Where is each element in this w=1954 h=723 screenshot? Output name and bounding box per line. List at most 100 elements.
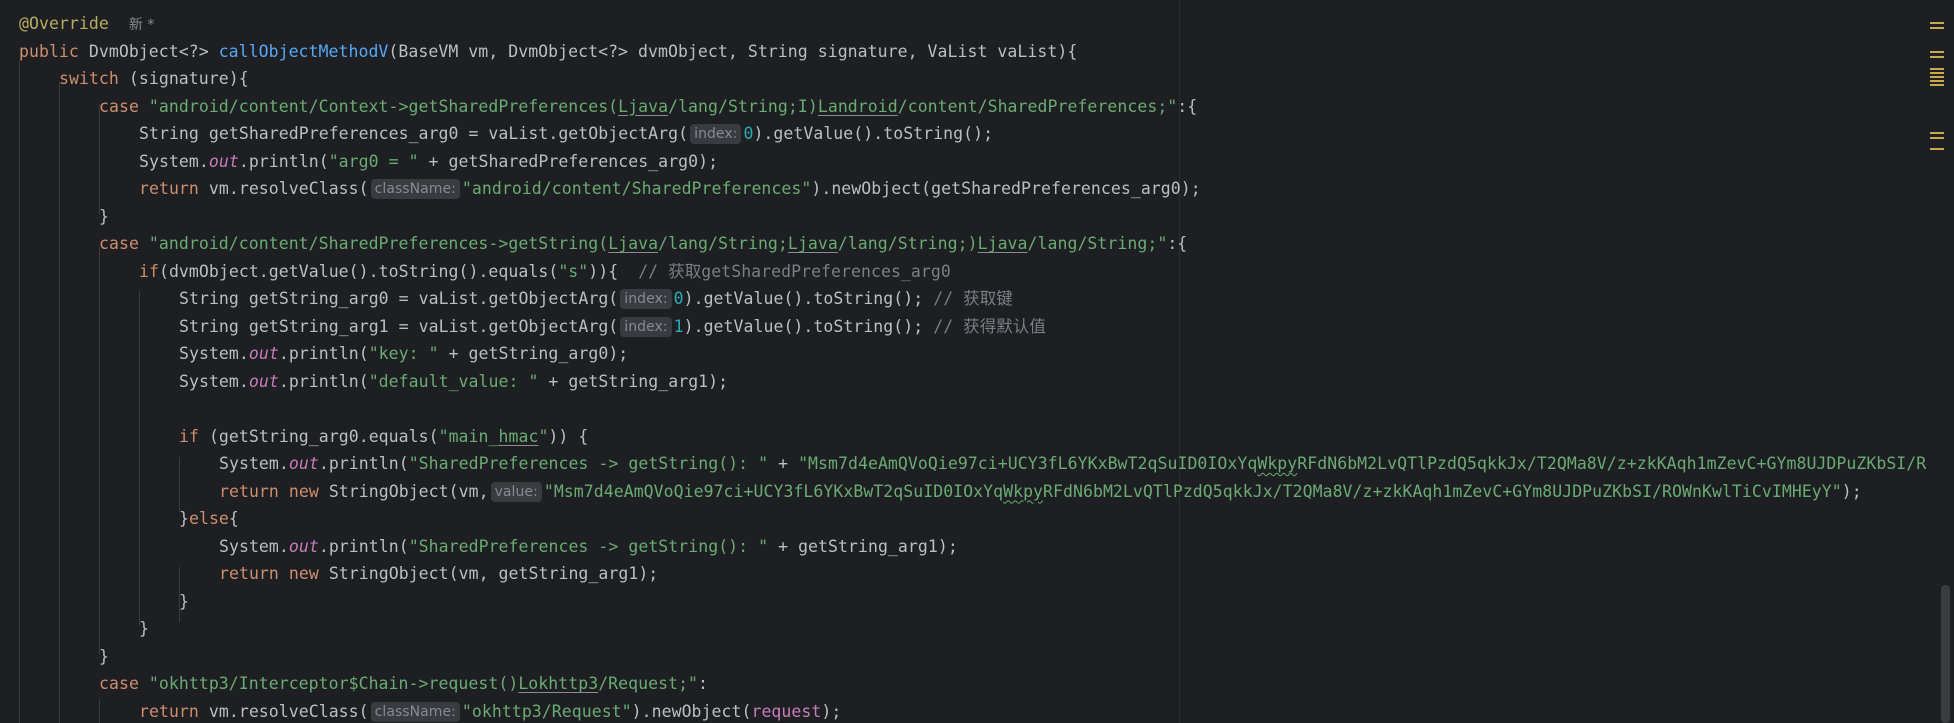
code-text: } xyxy=(99,646,109,666)
code-line[interactable]: public DvmObject<?> callObjectMethodV(Ba… xyxy=(19,38,1077,66)
code-text: } xyxy=(179,509,189,528)
code-text: ); xyxy=(821,701,842,721)
parameter-hint: index: xyxy=(620,316,672,337)
string-literal: "android/content/Context->getSharedPrefe… xyxy=(148,96,619,116)
code-line[interactable]: } xyxy=(19,203,109,231)
code-text: .println( xyxy=(238,151,329,171)
code-editor[interactable]: @Override 新 * public DvmObject<?> callOb… xyxy=(0,0,1954,723)
code-line[interactable]: System.out.println("SharedPreferences ->… xyxy=(19,533,958,561)
string-literal: /lang/String;) xyxy=(837,234,978,253)
method-name[interactable]: callObjectMethodV xyxy=(219,42,389,61)
code-line[interactable]: System.out.println("key: " + getString_a… xyxy=(19,340,628,368)
string-literal: Ljava xyxy=(787,234,838,253)
code-text: } xyxy=(179,591,189,611)
code-text: vm.resolveClass( xyxy=(208,179,369,198)
code-line[interactable]: case "okhttp3/Interceptor$Chain->request… xyxy=(19,670,708,698)
comment: // 获取getSharedPreferences_arg0 xyxy=(638,261,951,281)
code-text: System. xyxy=(219,454,289,473)
keyword: case xyxy=(99,234,149,253)
code-line[interactable]: } xyxy=(19,643,109,671)
code-line[interactable]: String getString_arg0 = vaList.getObject… xyxy=(19,285,1013,313)
code-text: ).getValue().toString(); xyxy=(753,124,994,143)
string-literal: RFdN6bM2LvQTlPzdQ5qkkJx/T2QMa8V/z+zkKAqh… xyxy=(1297,454,1937,473)
code-text: + getString_arg1); xyxy=(538,371,729,391)
warning-marker[interactable] xyxy=(1930,76,1944,78)
variable: request xyxy=(751,701,822,721)
code-text: + getSharedPreferences_arg0); xyxy=(418,151,719,171)
code-line[interactable]: return vm.resolveClass(className: "okhttp… xyxy=(19,698,841,723)
string-literal: "okhttp3/Interceptor$Chain->request() xyxy=(148,674,519,693)
string-literal: "SharedPreferences -> getString(): " xyxy=(408,454,769,473)
warning-marker[interactable] xyxy=(1930,80,1944,82)
string-literal: "default_value: " xyxy=(368,371,539,391)
code-text: String getString_arg0 = vaList.getObject… xyxy=(179,289,619,308)
warning-marker[interactable] xyxy=(1930,27,1944,29)
new-badge[interactable]: 新 * xyxy=(129,17,155,33)
code-text: ).newObject(getSharedPreferences_arg0); xyxy=(811,179,1201,198)
comment: // 获得默认值 xyxy=(933,316,1046,336)
code-text: :{ xyxy=(1167,234,1188,253)
code-line[interactable]: System.out.println("arg0 = " + getShared… xyxy=(19,148,718,176)
keyword: return xyxy=(139,179,209,198)
code-text: .println( xyxy=(278,344,369,363)
annotation: @Override xyxy=(19,14,109,33)
code-line[interactable]: } xyxy=(19,615,149,643)
keyword: if xyxy=(179,426,209,446)
number-literal: 1 xyxy=(673,316,684,336)
code-line[interactable]: if(dvmObject.getValue().toString().equal… xyxy=(19,258,951,286)
code-line[interactable]: String getSharedPreferences_arg0 = vaLis… xyxy=(19,120,993,148)
keyword: case xyxy=(99,96,149,116)
string-literal: "okhttp3/Request" xyxy=(461,701,632,721)
code-line[interactable]: System.out.println("SharedPreferences ->… xyxy=(19,450,1936,478)
code-line[interactable]: String getString_arg1 = vaList.getObject… xyxy=(19,313,1046,341)
code-text: System. xyxy=(219,536,289,556)
code-line[interactable]: @Override 新 * xyxy=(19,10,154,38)
code-text: System. xyxy=(139,151,209,171)
code-text: + getString_arg0); xyxy=(438,344,629,363)
keyword: return new xyxy=(219,564,329,583)
code-line[interactable]: }else{ xyxy=(19,505,239,533)
number-literal: 0 xyxy=(743,124,754,143)
code-text: ).getValue().toString(); xyxy=(683,316,934,336)
string-literal: Wkpy xyxy=(1257,454,1298,473)
keyword: if xyxy=(139,261,159,281)
code-text: : xyxy=(698,674,709,693)
code-line[interactable]: case "android/content/SharedPreferences-… xyxy=(19,230,1187,258)
warning-marker[interactable] xyxy=(1930,84,1944,86)
string-literal: hmac xyxy=(498,426,539,446)
warning-marker[interactable] xyxy=(1930,148,1944,150)
keyword: switch xyxy=(59,69,129,88)
code-text: (dvmObject.getValue().toString().equals( xyxy=(158,261,559,281)
keyword: return new xyxy=(219,481,329,501)
parameter-hint: index: xyxy=(620,289,672,309)
code-text: ).newObject( xyxy=(631,701,752,721)
code-text: System. xyxy=(179,371,249,391)
code-line[interactable]: return new StringObject(vm, getString_ar… xyxy=(19,560,658,588)
code-line[interactable]: if (getString_arg0.equals("main_hmac")) … xyxy=(19,423,588,451)
vertical-scrollbar[interactable] xyxy=(1926,0,1954,723)
code-text: + xyxy=(768,454,799,473)
warning-marker[interactable] xyxy=(1930,132,1944,134)
warning-marker[interactable] xyxy=(1930,22,1944,24)
warning-marker[interactable] xyxy=(1930,72,1944,74)
code-line[interactable]: return vm.resolveClass(className: "androi… xyxy=(19,175,1201,203)
static-field: out xyxy=(248,344,279,363)
warning-marker[interactable] xyxy=(1930,56,1944,58)
code-text: )){ xyxy=(588,261,639,281)
code-text: (getString_arg0.equals( xyxy=(208,426,439,446)
code-line[interactable]: return new StringObject(vm, value: "Msm7d4… xyxy=(19,478,1862,506)
parameter-hint: value: xyxy=(490,481,542,502)
warning-marker[interactable] xyxy=(1930,137,1944,139)
string-literal: Lokhttp3 xyxy=(518,674,599,693)
code-line[interactable]: } xyxy=(19,588,189,616)
code-line[interactable]: case "android/content/Context->getShared… xyxy=(19,93,1197,121)
warning-marker[interactable] xyxy=(1930,51,1944,53)
code-line[interactable]: System.out.println("default_value: " + g… xyxy=(19,368,728,396)
code-text: :{ xyxy=(1177,96,1198,116)
warning-marker[interactable] xyxy=(1930,68,1944,70)
code-line[interactable]: switch (signature){ xyxy=(19,65,249,93)
static-field: out xyxy=(288,536,319,556)
code-text: .println( xyxy=(278,371,369,391)
scrollbar-thumb[interactable] xyxy=(1941,585,1950,723)
keyword: public xyxy=(19,41,89,61)
